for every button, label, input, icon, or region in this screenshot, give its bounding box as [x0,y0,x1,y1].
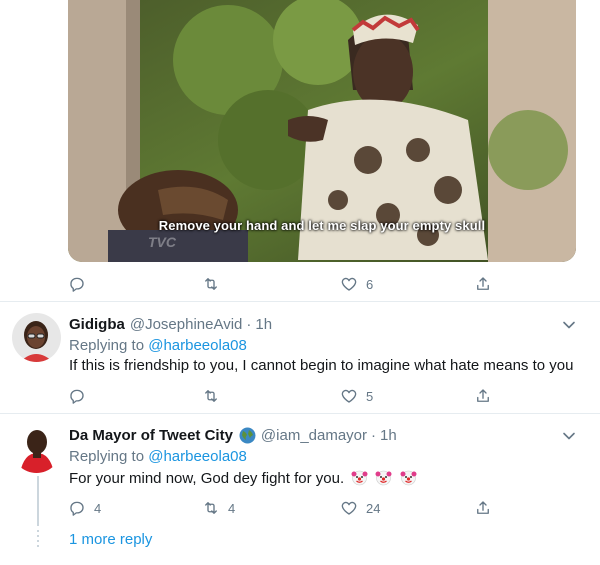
like-button[interactable]: 5 [340,384,373,408]
tweet-text: For your mind now, God dey fight for you… [69,469,417,487]
share-icon [477,389,489,402]
reply-button[interactable] [68,272,94,296]
like-button[interactable]: 24 [340,496,380,520]
tweet-action-bar: 4 4 24 [0,496,600,520]
heart-icon [341,389,357,403]
avatar-image [12,424,61,473]
clown-face-icon [375,470,392,486]
like-count: 6 [366,276,374,292]
author-name[interactable]: Da Mayor of Tweet City [69,427,233,444]
retweet-button[interactable]: 4 [202,496,235,520]
globe-icon [239,427,256,444]
avatar-image [12,313,61,362]
like-count: 24 [366,500,381,516]
chevron-down-icon[interactable] [562,429,576,443]
heart-icon [341,501,357,515]
mention-link[interactable]: @harbeeola08 [148,337,247,354]
chevron-down-icon[interactable] [562,318,576,332]
retweet-button[interactable] [202,272,228,296]
author-handle[interactable]: @iam_damayor [261,427,367,444]
share-button[interactable] [474,272,492,296]
share-button[interactable] [474,384,492,408]
reply-button[interactable] [68,384,94,408]
avatar[interactable] [12,313,61,362]
reply-icon [70,389,84,404]
video-watermark: TVC [148,234,176,250]
tweet-media[interactable]: Remove your hand and let me slap your em… [68,0,576,262]
thread-connector-dots [37,530,39,550]
show-more-replies-link[interactable]: 1 more reply [69,531,152,548]
tweet-text: If this is friendship to you, I cannot b… [69,357,574,374]
reply-icon [70,501,84,516]
timestamp[interactable]: 1h [380,427,397,444]
replying-to: Replying to @harbeeola08 [69,448,247,465]
divider [0,413,600,414]
tweet-text-content: For your mind now, God dey fight for you… [69,470,345,487]
separator-dot: · [246,316,252,333]
clown-face-icon [400,470,417,486]
share-icon [477,501,489,514]
separator-dot: · [371,427,377,444]
replying-to: Replying to @harbeeola08 [69,337,247,354]
reply-header: Gidigba @JosephineAvid · 1h [69,316,272,333]
retweet-icon [205,278,217,290]
retweet-icon [205,502,217,514]
author-handle[interactable]: @JosephineAvid [130,316,243,333]
clown-face-icon [351,470,368,486]
tweet-action-bar: 5 [0,384,600,408]
video-subtitle: Remove your hand and let me slap your em… [158,218,486,233]
heart-icon [341,277,357,291]
like-button[interactable]: 6 [340,272,373,296]
mention-link[interactable]: @harbeeola08 [148,448,247,465]
retweet-button[interactable] [202,384,228,408]
reply-button[interactable]: 4 [68,496,101,520]
tweet-action-bar: 6 [0,272,600,296]
like-count: 5 [366,388,374,404]
share-icon [477,277,489,290]
replying-to-label: Replying to [69,337,145,354]
timestamp[interactable]: 1h [255,316,272,333]
reply-icon [70,277,84,292]
reply-header: Da Mayor of Tweet City @iam_damayor · 1h [69,427,397,444]
divider [0,301,600,302]
share-button[interactable] [474,496,492,520]
retweet-count: 4 [228,500,236,516]
retweet-icon [205,390,217,402]
author-name[interactable]: Gidigba [69,316,125,333]
reply-count: 4 [94,500,102,516]
replying-to-label: Replying to [69,448,145,465]
avatar[interactable] [12,424,61,473]
